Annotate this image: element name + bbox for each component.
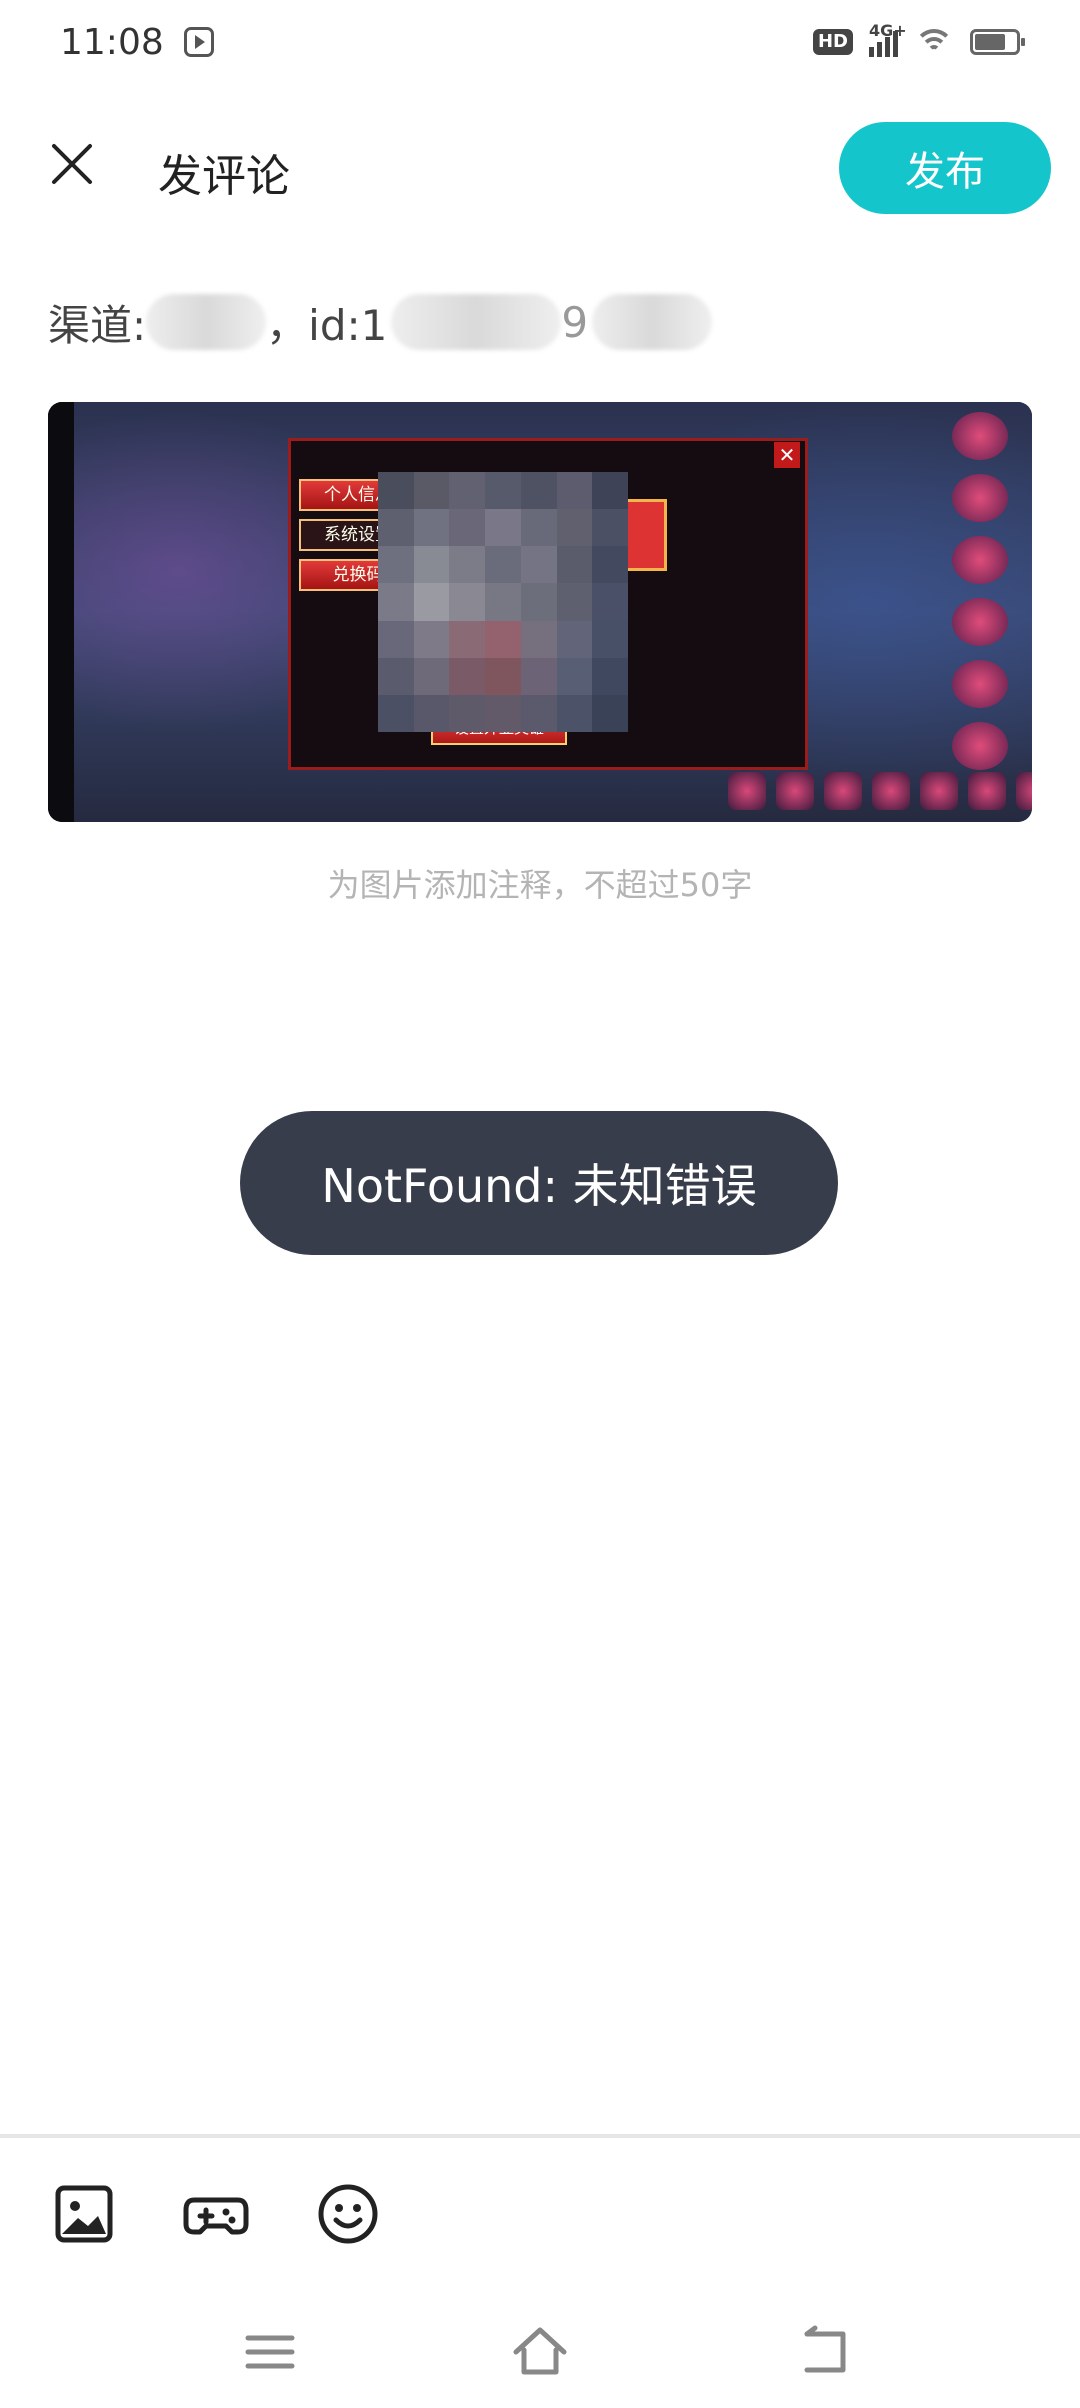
image-caption-input[interactable]: 为图片添加注释，不超过50字 (0, 860, 1080, 906)
media-playing-icon (183, 27, 214, 57)
add-game-button[interactable] (180, 2178, 252, 2250)
wifi-icon (914, 27, 954, 57)
channel-label: 渠道: (48, 300, 147, 350)
home-button[interactable] (510, 2322, 570, 2382)
compose-toolbar (0, 2138, 1080, 2288)
hd-voice-icon: HD (812, 29, 853, 55)
attached-screenshot[interactable]: 个人信息 系统设置 兑换码 设置外显英雄 ✕ (48, 402, 1032, 822)
game-bottom-icons (728, 772, 1032, 810)
publish-button[interactable]: 发布 (839, 122, 1051, 214)
redacted-channel (146, 294, 267, 350)
comment-text[interactable]: 渠道: ，id:1 9 (48, 292, 713, 352)
cellular-signal-icon: 4G+ (869, 21, 907, 57)
status-time: 11:08 (60, 21, 164, 63)
emoji-icon (318, 2184, 378, 2244)
mosaic-redaction (378, 472, 628, 732)
back-button[interactable] (795, 2322, 855, 2382)
back-icon (804, 2325, 846, 2373)
network-type-label: 4G+ (869, 21, 907, 40)
error-toast: NotFound: 未知错误 (240, 1111, 838, 1255)
id-label: ，id:1 (266, 300, 388, 350)
game-side-icons (952, 412, 1022, 792)
system-navigation-bar (0, 2300, 1080, 2408)
image-icon (55, 2185, 113, 2243)
recent-apps-button[interactable] (240, 2322, 300, 2382)
add-emoji-button[interactable] (312, 2178, 384, 2250)
menu-icon (245, 2335, 295, 2369)
redacted-id (391, 294, 562, 350)
close-button[interactable] (48, 140, 96, 188)
gamepad-icon (183, 2197, 249, 2235)
add-image-button[interactable] (48, 2178, 120, 2250)
page-title: 发评论 (158, 151, 290, 202)
id-visible-digit: 9 (561, 297, 589, 347)
screenshot-edge (48, 402, 74, 822)
battery-icon (970, 29, 1025, 55)
home-icon (513, 2327, 567, 2375)
redacted-id-tail (592, 294, 713, 350)
status-bar: 11:08 HD 4G+ (0, 0, 1080, 84)
page-header: 发评论 发布 (0, 118, 1080, 218)
close-icon (52, 144, 92, 184)
status-indicators: HD 4G+ (812, 21, 1025, 57)
game-close-icon: ✕ (774, 442, 800, 468)
